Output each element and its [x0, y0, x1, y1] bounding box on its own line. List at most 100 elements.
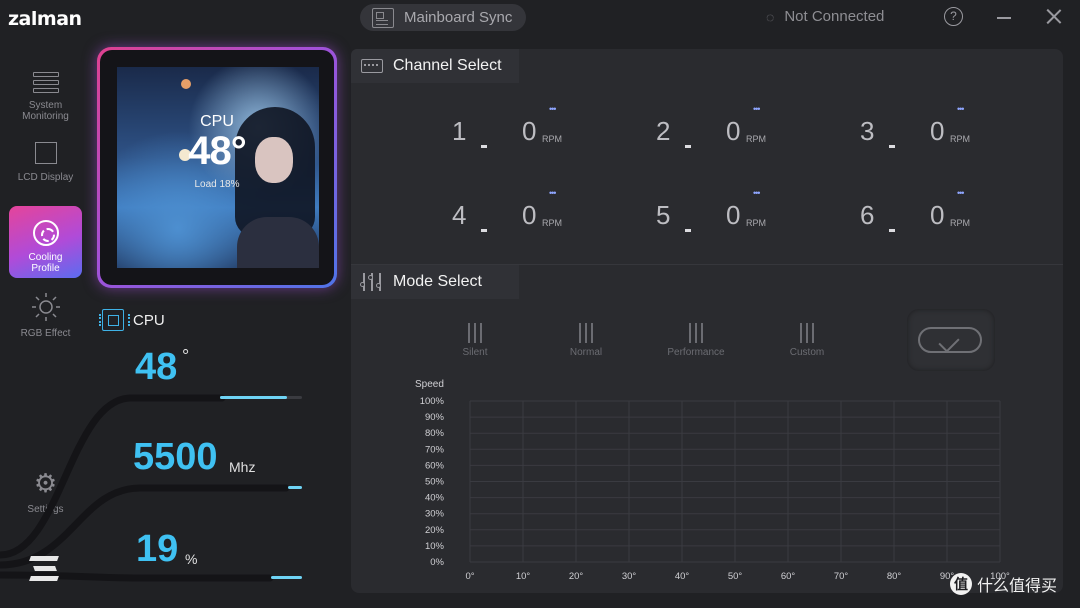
channel-status-dots: •••: [549, 104, 557, 114]
sidebar-item-lcd-display[interactable]: LCD Display: [9, 138, 82, 210]
custom-mode-icon: [797, 323, 817, 343]
mainboard-sync-button[interactable]: Mainboard Sync: [360, 4, 526, 31]
cpu-temp-bar: [220, 396, 287, 399]
channel-4[interactable]: ••• 4 0 RPM: [452, 188, 602, 248]
mode-label: Performance: [667, 347, 725, 358]
watermark-text: 什么值得买: [977, 578, 1058, 595]
y-axis-label: Speed: [415, 379, 444, 390]
channel-rpm-value: 0: [726, 200, 741, 230]
y-tick-label: 10%: [425, 541, 445, 552]
cpu-load-value: 19: [136, 528, 179, 570]
system-monitoring-icon: [32, 72, 59, 94]
channel-2[interactable]: ••• 2 0 RPM: [656, 104, 806, 164]
mode-performance-button[interactable]: Performance: [651, 323, 741, 358]
cpu-clock-value: 5500: [133, 436, 218, 478]
channel-rpm-value: 0: [522, 116, 537, 146]
channel-status-dots: •••: [549, 188, 557, 198]
channel-number: 5: [656, 200, 671, 230]
channel-status-dots: •••: [753, 188, 761, 198]
channel-rpm-value: 0: [930, 200, 945, 230]
channel-5[interactable]: ••• 5 0 RPM: [656, 188, 806, 248]
connection-status: ◌ Not Connected: [766, 8, 884, 25]
channel-dash: [889, 145, 895, 148]
cpu-clock-bar: [288, 486, 302, 489]
fan-curve-chart[interactable]: Speed 100% 90% 80% 70% 60% 50% 40% 30% 20% 10% 0% 0°…: [405, 375, 1015, 585]
mode-select-header: Mode Select: [351, 265, 519, 299]
planet-decoration: [181, 79, 191, 89]
minimize-button[interactable]: [997, 17, 1011, 19]
channel-dash: [685, 229, 691, 232]
y-tick-label: 40%: [425, 493, 445, 504]
cpu-temp-value: 48: [135, 346, 178, 388]
channel-rpm-value: 0: [930, 116, 945, 146]
channel-number: 6: [860, 200, 875, 230]
channel-rpm-unit: RPM: [542, 218, 562, 228]
channel-dash: [685, 145, 691, 148]
y-tick-label: 50%: [425, 477, 445, 488]
channel-icon: [361, 59, 383, 73]
normal-mode-icon: [576, 323, 596, 343]
sun-icon: [31, 293, 60, 321]
close-button[interactable]: [1046, 8, 1062, 24]
channel-status-dots: •••: [753, 104, 761, 114]
mainboard-icon: [372, 7, 394, 28]
mode-label: Custom: [789, 347, 825, 358]
character-body: [237, 217, 319, 268]
app-logo: zalman: [8, 8, 82, 30]
cpu-temp-unit: °: [182, 346, 190, 366]
channel-rpm-unit: RPM: [746, 134, 766, 144]
lcd-display-icon: [34, 142, 57, 164]
sidebar-item-cooling-profile[interactable]: Cooling Profile: [9, 206, 82, 278]
cpu-stats-title: CPU: [133, 311, 165, 329]
channel-rpm-value: 0: [522, 200, 537, 230]
channel-number: 1: [452, 116, 467, 146]
channel-dash: [481, 229, 487, 232]
cpu-clock-unit: Mhz: [229, 459, 256, 475]
channel-number: 2: [656, 116, 671, 146]
sidebar-item-label: LCD Display: [17, 172, 74, 183]
mode-normal-button[interactable]: Normal: [541, 323, 631, 358]
x-tick-label: 20°: [569, 571, 584, 582]
sidebar-item-label: System: [28, 100, 63, 111]
fan-icon: [32, 220, 59, 246]
cpu-load-bar: [271, 576, 302, 579]
channel-number: 4: [452, 200, 467, 230]
lcd-preview[interactable]: CPU 48° Load 18%: [97, 47, 337, 288]
mode-silent-button[interactable]: Silent: [430, 323, 520, 358]
mode-label: Normal: [569, 347, 603, 358]
mainboard-sync-label: Mainboard Sync: [404, 9, 513, 26]
y-tick-label: 80%: [425, 428, 445, 439]
channel-status-dots: •••: [957, 188, 965, 198]
mode-custom-button[interactable]: Custom: [762, 323, 852, 358]
channel-number: 3: [860, 116, 875, 146]
mode-toggle-switch[interactable]: [918, 327, 982, 353]
sidebar-item-system-monitoring[interactable]: System Monitoring: [9, 46, 82, 122]
connection-icon: ◌: [766, 8, 777, 25]
channel-1[interactable]: ••• 1 0 RPM: [452, 104, 602, 164]
sidebar-item-label: RGB Effect: [20, 328, 71, 339]
channel-dash: [481, 145, 487, 148]
lcd-load-label: Load 18%: [194, 179, 240, 190]
channel-select-title: Channel Select: [393, 57, 502, 74]
x-tick-label: 70°: [834, 571, 849, 582]
x-tick-label: 50°: [728, 571, 743, 582]
performance-mode-icon: [686, 323, 706, 343]
channel-rpm-unit: RPM: [542, 134, 562, 144]
connection-status-text: Not Connected: [784, 8, 885, 25]
channel-rpm-unit: RPM: [746, 218, 766, 228]
sliders-icon: [360, 273, 383, 291]
cpu-stats-header: CPU: [99, 309, 165, 331]
sidebar-item-label: Cooling: [28, 252, 63, 263]
x-tick-label: 40°: [675, 571, 690, 582]
character-face: [255, 137, 293, 183]
sidebar-item-rgb-effect[interactable]: RGB Effect: [9, 292, 82, 364]
channel-6[interactable]: ••• 6 0 RPM: [860, 188, 1010, 248]
y-tick-label: 20%: [425, 525, 445, 536]
channel-rpm-unit: RPM: [950, 134, 970, 144]
y-tick-label: 60%: [425, 460, 445, 471]
sidebar-item-label: Monitoring: [22, 111, 69, 122]
channel-3[interactable]: ••• 3 0 RPM: [860, 104, 1010, 164]
y-tick-label: 0%: [430, 557, 444, 568]
help-button[interactable]: ?: [944, 7, 963, 26]
y-tick-label: 30%: [425, 509, 445, 520]
